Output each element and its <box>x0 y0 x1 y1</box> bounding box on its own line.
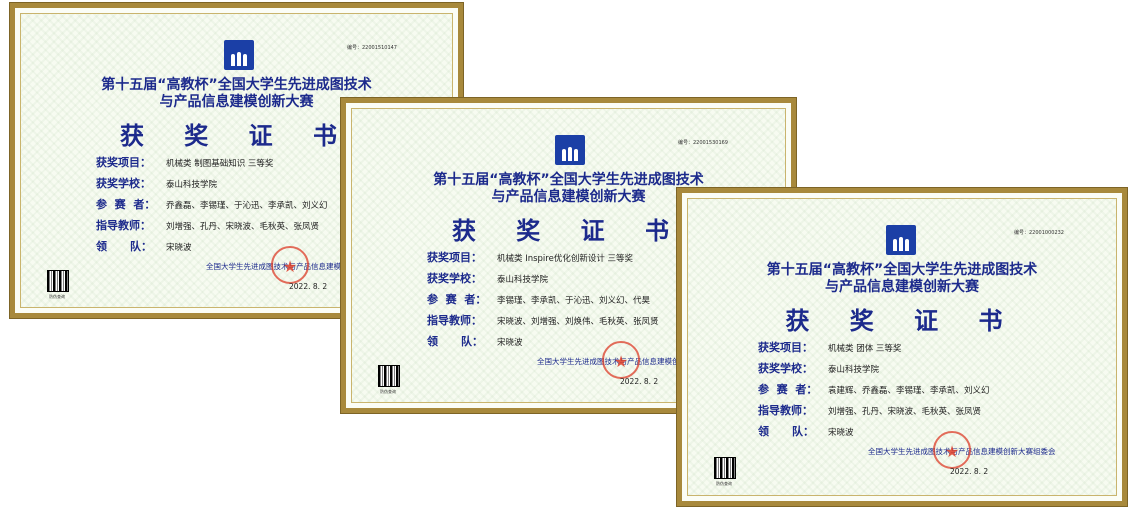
certificate-3-frame: 编号：22001000232 第十五届“高教杯”全国大学生先进成图技术 与产品信… <box>687 198 1117 496</box>
award-row-participants: 参 赛 者： 乔鑫磊、李锡瑾、于沁迅、李承凯、刘义幻 <box>96 196 328 217</box>
qr-code-icon <box>714 457 736 479</box>
official-seal-icon: ★ <box>602 341 640 379</box>
award-label: 指导教师： <box>96 219 151 232</box>
award-value: 乔鑫磊、李锡瑾、于沁迅、李承凯、刘义幻 <box>166 201 328 211</box>
award-row-school: 获奖学校： 泰山科技学院 <box>427 270 659 291</box>
award-value: 机械类 制图基础知识 三等奖 <box>166 159 274 169</box>
award-label: 获奖项目： <box>96 156 151 169</box>
award-value: 袁建辉、乔鑫磊、李锡瑾、李承凯、刘义幻 <box>828 386 990 396</box>
competition-logo-icon <box>555 135 585 165</box>
certificate-title-line1: 第十五届“高教杯”全国大学生先进成图技术 <box>766 262 1038 278</box>
award-details: 获奖项目： 机械类 Inspire优化创新设计 三等奖 获奖学校： 泰山科技学院 参… <box>427 249 659 354</box>
award-value: 刘增强、孔丹、宋晓波、毛秋英、张凤贤 <box>828 407 982 417</box>
award-label: 参 赛 者： <box>96 198 156 211</box>
award-row-project: 获奖项目： 机械类 Inspire优化创新设计 三等奖 <box>427 249 659 270</box>
award-label: 获奖项目： <box>758 341 813 354</box>
qr-code-icon <box>47 270 69 292</box>
award-details: 获奖项目： 机械类 制图基础知识 三等奖 获奖学校： 泰山科技学院 参 赛 者： 乔鑫… <box>96 154 328 259</box>
award-label: 参 赛 者： <box>427 293 487 306</box>
award-label: 指导教师： <box>758 404 813 417</box>
certificate-heading: 获 奖 证 书 <box>785 307 1019 335</box>
qr-label: 防伪查询 <box>716 481 732 486</box>
certificate-title-line2: 与产品信息建模创新大赛 <box>825 279 979 295</box>
certificate-title-line1: 第十五届“高教杯”全国大学生先进成图技术 <box>433 172 704 188</box>
award-label: 获奖学校： <box>758 362 813 375</box>
award-label: 参 赛 者： <box>758 383 818 396</box>
award-row-advisors: 指导教师： 刘增强、孔丹、宋晓波、毛秋英、张凤贤 <box>96 217 328 238</box>
award-value: 泰山科技学院 <box>828 365 880 375</box>
award-row-participants: 参 赛 者： 袁建辉、乔鑫磊、李锡瑾、李承凯、刘义幻 <box>758 381 990 402</box>
award-value: 机械类 团体 三等奖 <box>828 344 902 354</box>
award-label: 获奖项目： <box>427 251 482 264</box>
qr-label: 防伪查询 <box>380 389 396 394</box>
award-value: 机械类 Inspire优化创新设计 三等奖 <box>497 254 634 264</box>
certificate-serial: 编号：22001530169 <box>678 140 728 146</box>
competition-logo-icon <box>886 225 916 255</box>
issue-date: 2022. 8. 2 <box>950 467 989 476</box>
award-value: 泰山科技学院 <box>497 275 549 285</box>
award-label: 获奖学校： <box>96 177 151 190</box>
competition-logo-icon <box>224 40 254 70</box>
award-label: 领 队： <box>96 240 152 253</box>
issue-date: 2022. 8. 2 <box>289 282 328 291</box>
official-seal-icon: ★ <box>933 431 971 469</box>
award-label: 指导教师： <box>427 314 482 327</box>
award-label: 领 队： <box>427 335 483 348</box>
award-row-advisors: 指导教师： 宋晓波、刘增强、刘焕伟、毛秋英、张凤贤 <box>427 312 659 333</box>
qr-code-icon <box>378 365 400 387</box>
award-row-participants: 参 赛 者： 李锡瑾、李承凯、于沁迅、刘义幻、代昊 <box>427 291 659 312</box>
award-value: 泰山科技学院 <box>166 180 218 190</box>
award-value: 刘增强、孔丹、宋晓波、毛秋英、张凤贤 <box>166 222 320 232</box>
award-value: 宋晓波 <box>497 338 523 348</box>
award-row-advisors: 指导教师： 刘增强、孔丹、宋晓波、毛秋英、张凤贤 <box>758 402 990 423</box>
official-seal-icon: ★ <box>271 246 309 284</box>
award-details: 获奖项目： 机械类 团体 三等奖 获奖学校： 泰山科技学院 参 赛 者： 袁建辉、乔鑫… <box>758 339 990 444</box>
award-label: 获奖学校： <box>427 272 482 285</box>
award-value: 李锡瑾、李承凯、于沁迅、刘义幻、代昊 <box>497 296 651 306</box>
award-value: 宋晓波 <box>828 428 854 438</box>
certificate-serial: 编号：22001000232 <box>1014 230 1064 236</box>
certificate-3: 编号：22001000232 第十五届“高教杯”全国大学生先进成图技术 与产品信… <box>677 188 1127 506</box>
award-row-project: 获奖项目： 机械类 团体 三等奖 <box>758 339 990 360</box>
issue-date: 2022. 8. 2 <box>620 377 659 386</box>
award-row-project: 获奖项目： 机械类 制图基础知识 三等奖 <box>96 154 328 175</box>
award-row-school: 获奖学校： 泰山科技学院 <box>758 360 990 381</box>
qr-label: 防伪查询 <box>49 294 65 299</box>
certificate-serial: 编号：22001510147 <box>347 45 397 51</box>
award-label: 领 队： <box>758 425 814 438</box>
award-row-school: 获奖学校： 泰山科技学院 <box>96 175 328 196</box>
certificate-title-line1: 第十五届“高教杯”全国大学生先进成图技术 <box>101 77 372 93</box>
award-value: 宋晓波、刘增强、刘焕伟、毛秋英、张凤贤 <box>497 317 659 327</box>
award-value: 宋晓波 <box>166 243 192 253</box>
